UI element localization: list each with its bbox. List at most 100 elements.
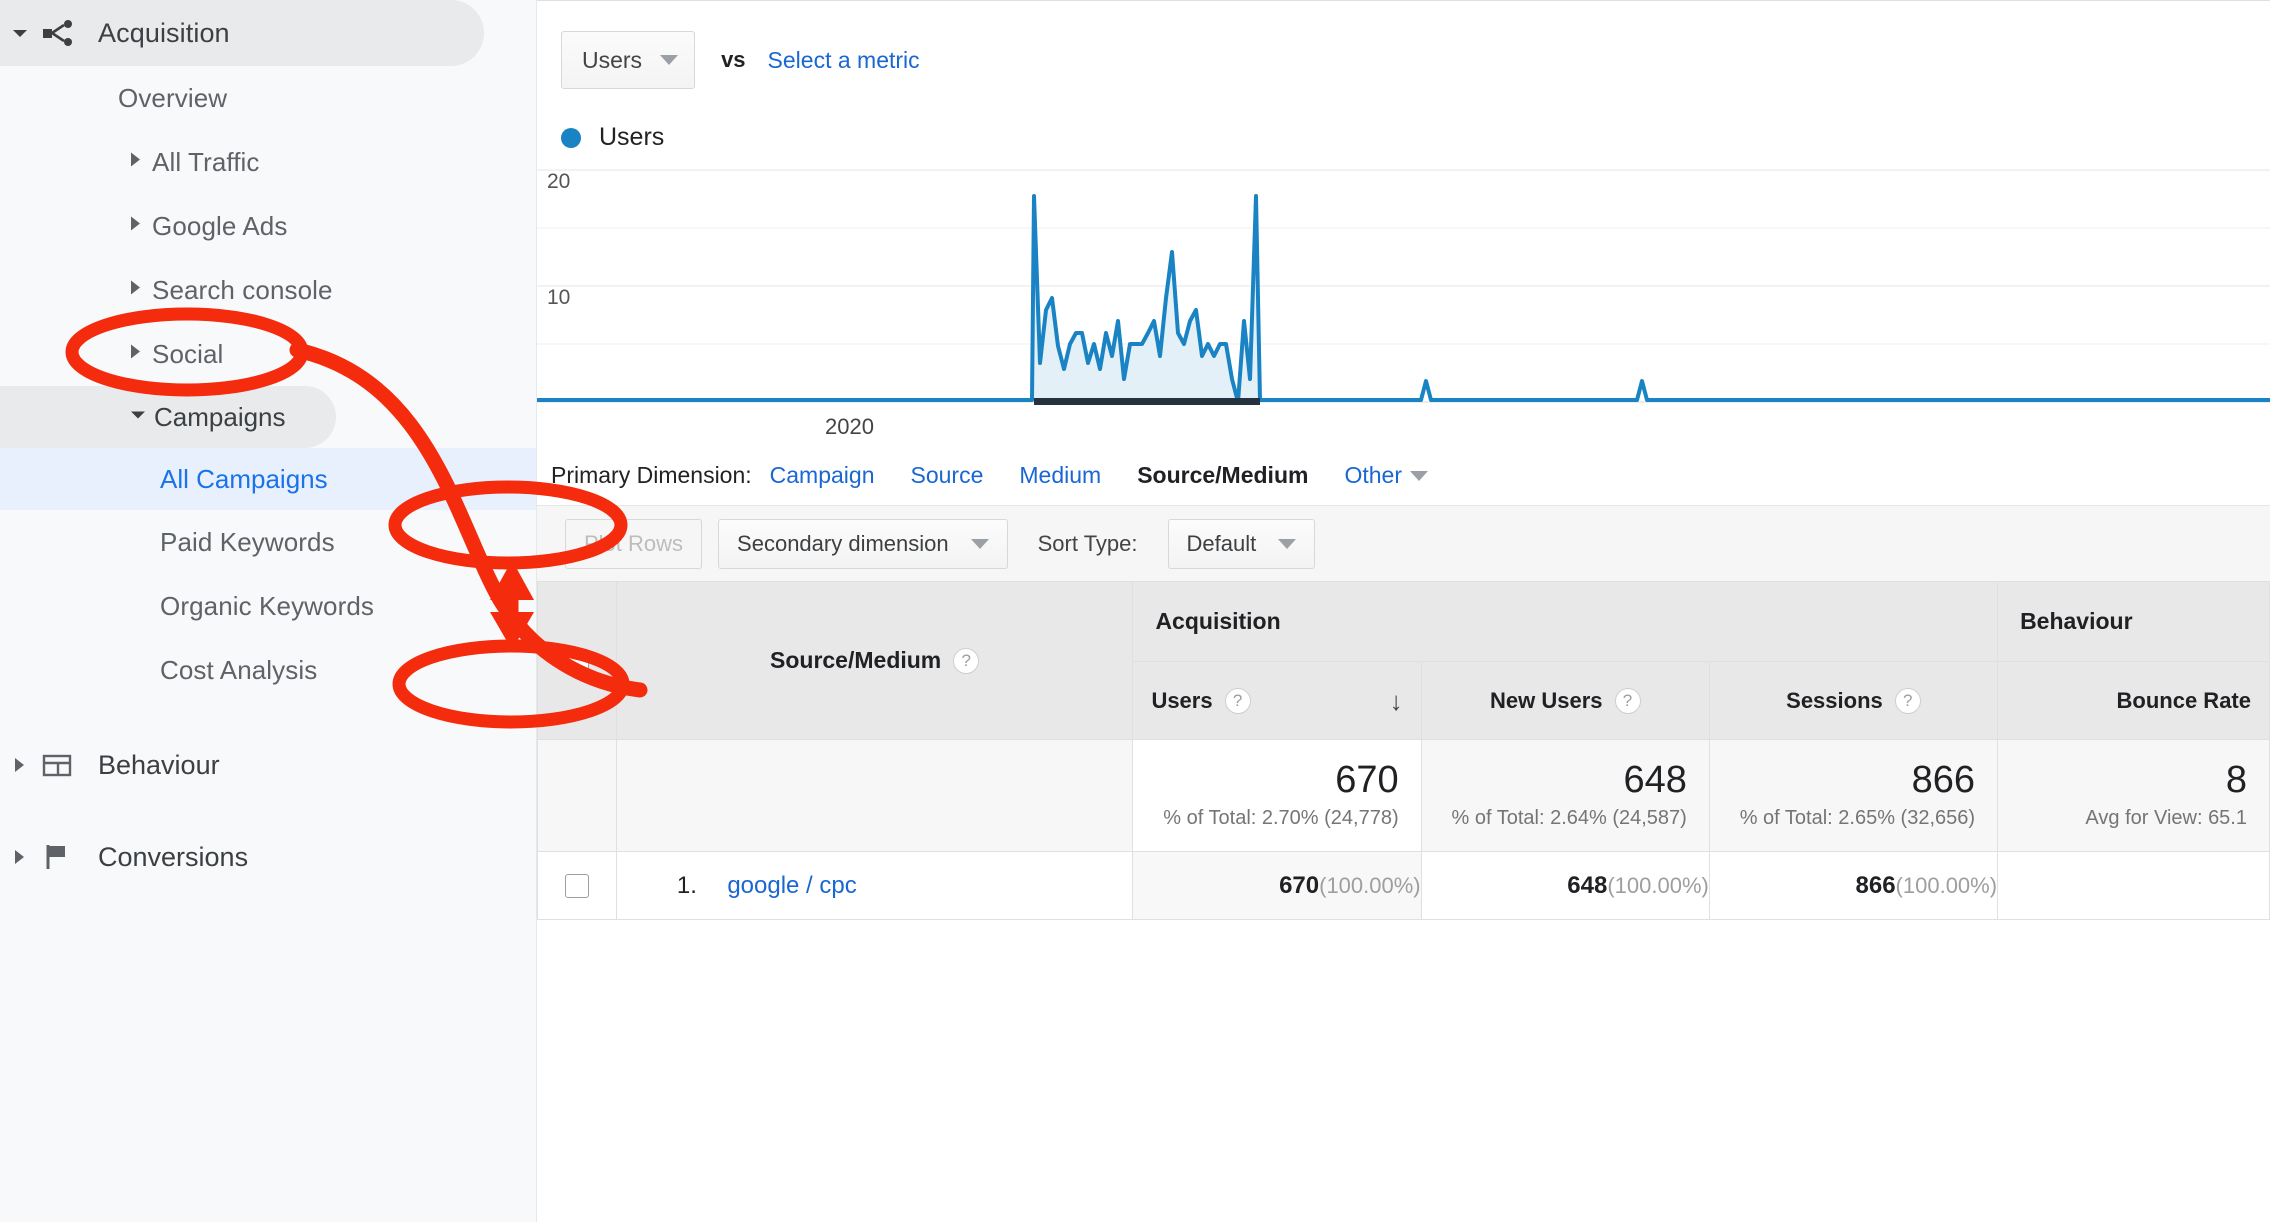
row-checkbox[interactable] <box>564 873 589 898</box>
legend-color-dot <box>561 127 581 148</box>
sidebar-item-conversions[interactable]: Conversions <box>0 822 536 892</box>
totals-users-value: 670 <box>1335 759 1399 802</box>
column-header-users[interactable]: Users ? ↓ <box>1132 661 1422 740</box>
primary-dimension-source-medium[interactable]: Source/Medium <box>1137 462 1308 489</box>
totals-sessions-subtext: % of Total: 2.65% (32,656) <box>1739 806 1976 829</box>
primary-dimension-source[interactable]: Source <box>911 462 984 489</box>
group-header-acquisition: Acquisition <box>1132 581 1999 662</box>
select-all-cell <box>537 581 617 740</box>
sidebar-item-label: Paid Keywords <box>160 526 335 557</box>
totals-new-users-subtext: % of Total: 2.64% (24,587) <box>1451 806 1687 829</box>
sidebar-item-label: Social <box>152 338 224 369</box>
chart-line <box>537 194 2270 404</box>
help-icon[interactable]: ? <box>1894 687 1921 714</box>
primary-metric-value: Users <box>582 46 643 73</box>
sidebar-item-paid-keywords[interactable]: Paid Keywords <box>0 510 536 574</box>
chart-legend: Users <box>537 89 2270 152</box>
row-new-users-value: 648 <box>1567 871 1608 899</box>
select-all-checkbox[interactable] <box>564 648 589 673</box>
sort-descending-icon[interactable]: ↓ <box>1390 688 1403 714</box>
sidebar-item-behaviour[interactable]: Behaviour <box>0 730 536 800</box>
column-header-bounce-rate[interactable]: Bounce Rate <box>1997 661 2270 740</box>
chevron-down-icon <box>660 55 679 65</box>
totals-sessions-cell: 866 % of Total: 2.65% (32,656) <box>1708 739 1999 852</box>
primary-dimension-row: Primary Dimension: Campaign Source Mediu… <box>537 436 2270 489</box>
chart-svg: 20 10 2020 <box>537 169 2270 436</box>
vs-label: vs <box>721 47 746 72</box>
table-toolbar: Plot Rows Secondary dimension Sort Type:… <box>537 505 2270 581</box>
row-sessions-cell: 866(100.00%) <box>1708 851 1999 920</box>
chevron-right-icon[interactable] <box>128 279 144 302</box>
sidebar-item-google-ads[interactable]: Google Ads <box>0 194 536 258</box>
select-a-metric-link[interactable]: Select a metric <box>768 47 920 74</box>
primary-dimension-campaign[interactable]: Campaign <box>770 462 875 489</box>
dimension-header-label: Source/Medium <box>770 647 942 673</box>
chart-area-fill <box>1034 196 1262 402</box>
users-over-time-chart[interactable]: 20 10 2020 <box>537 166 2270 436</box>
chevron-right-icon[interactable] <box>128 151 144 174</box>
help-icon[interactable]: ? <box>1614 687 1641 714</box>
sort-type-value: Default <box>1186 530 1257 556</box>
chevron-down-icon[interactable] <box>6 19 34 47</box>
primary-dimension-other[interactable]: Other <box>1344 462 1428 489</box>
column-header-new-users[interactable]: New Users ? <box>1420 661 1710 740</box>
chart-xtick-2020: 2020 <box>825 414 874 436</box>
sidebar-item-label: Google Ads <box>152 210 288 241</box>
report-data-table: Source/Medium ? Acquisition Behaviour Us… <box>537 581 2270 920</box>
sidebar-item-campaigns[interactable]: Campaigns <box>0 386 336 448</box>
sidebar-item-social[interactable]: Social <box>0 322 536 386</box>
secondary-dimension-dropdown[interactable]: Secondary dimension <box>718 518 1008 569</box>
chevron-right-icon[interactable] <box>6 751 34 779</box>
sidebar-item-label: Conversions <box>98 841 249 872</box>
column-header-label: Sessions <box>1786 687 1883 713</box>
totals-users-cell: 670 % of Total: 2.70% (24,778) <box>1132 739 1422 852</box>
sidebar-item-organic-keywords[interactable]: Organic Keywords <box>0 574 536 638</box>
plot-rows-button[interactable]: Plot Rows <box>565 518 703 569</box>
column-header-label: Bounce Rate <box>2116 687 2251 713</box>
table-group-header-row: Source/Medium ? Acquisition Behaviour <box>537 581 2270 740</box>
conversions-icon <box>34 840 80 874</box>
row-index: 1. <box>676 871 697 899</box>
totals-blank-cell <box>537 739 617 852</box>
totals-dimension-cell <box>615 739 1134 852</box>
row-dimension-link[interactable]: google / cpc <box>727 872 856 899</box>
group-header-behaviour: Behaviour <box>1997 581 2270 662</box>
legend-label: Users <box>599 123 665 151</box>
sidebar-item-acquisition[interactable]: Acquisition <box>0 0 484 66</box>
chart-gridlines <box>537 169 2270 403</box>
totals-bounce-rate-cell: 8 Avg for View: 65.1 <box>1997 739 2270 852</box>
table-totals-row: 670 % of Total: 2.70% (24,778) 648 % of … <box>537 739 2270 852</box>
row-users-value: 670 <box>1279 871 1320 899</box>
chevron-right-icon[interactable] <box>6 843 34 871</box>
chart-series-users <box>537 194 2270 405</box>
totals-new-users-cell: 648 % of Total: 2.64% (24,587) <box>1420 739 1710 852</box>
help-icon[interactable]: ? <box>1224 687 1251 714</box>
sort-type-dropdown[interactable]: Default <box>1167 518 1316 569</box>
dimension-header-cell[interactable]: Source/Medium ? <box>615 581 1134 740</box>
sidebar-item-overview[interactable]: Overview <box>0 66 536 130</box>
primary-dimension-other-label: Other <box>1344 462 1402 488</box>
primary-metric-dropdown[interactable]: Users <box>561 31 696 89</box>
analytics-report-page: Acquisition Overview All Traffic Google … <box>0 0 2270 1222</box>
totals-sessions-value: 866 <box>1911 759 1976 802</box>
sidebar-item-label: All Campaigns <box>160 463 328 494</box>
primary-dimension-medium[interactable]: Medium <box>1019 462 1101 489</box>
sidebar-item-cost-analysis[interactable]: Cost Analysis <box>0 638 536 702</box>
sidebar-item-search-console[interactable]: Search console <box>0 258 536 322</box>
chevron-down-icon[interactable] <box>128 405 148 430</box>
column-header-sessions[interactable]: Sessions ? <box>1708 661 1999 740</box>
row-select-cell <box>537 851 617 920</box>
sidebar-item-label: Cost Analysis <box>160 654 318 685</box>
table-row[interactable]: 1. google / cpc 670(100.00%) 648(100.00%… <box>537 851 2270 920</box>
chevron-right-icon[interactable] <box>128 215 144 238</box>
row-users-cell: 670(100.00%) <box>1132 851 1422 920</box>
sidebar-item-all-campaigns[interactable]: All Campaigns <box>0 448 536 510</box>
column-header-label: Users <box>1151 687 1213 713</box>
chevron-right-icon[interactable] <box>128 343 144 366</box>
totals-bounce-rate-subtext: Avg for View: 65.1 <box>2085 806 2247 829</box>
sort-type-label: Sort Type: <box>1037 530 1138 556</box>
sidebar-item-all-traffic[interactable]: All Traffic <box>0 130 536 194</box>
row-bounce-rate-cell <box>1997 851 2270 920</box>
help-icon[interactable]: ? <box>953 647 980 674</box>
sidebar-item-label: Organic Keywords <box>160 590 375 621</box>
